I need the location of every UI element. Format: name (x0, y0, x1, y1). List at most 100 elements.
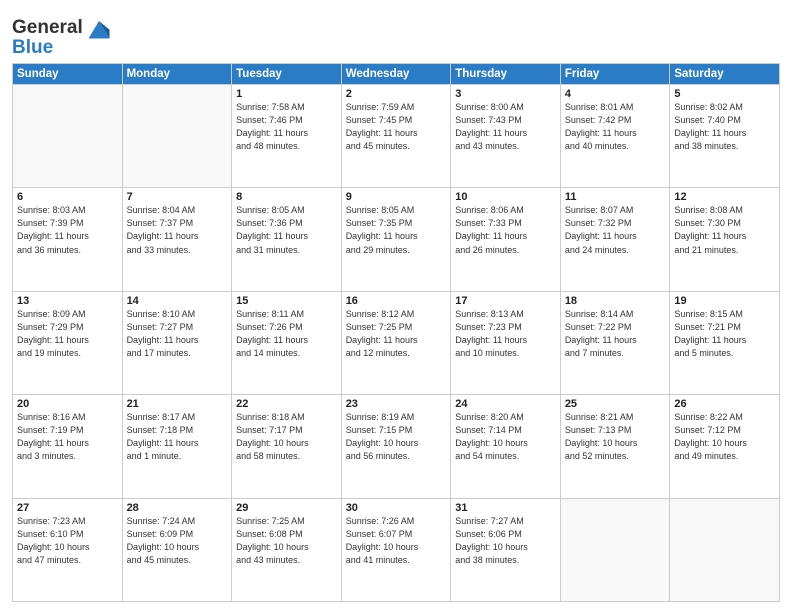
calendar-header-row: SundayMondayTuesdayWednesdayThursdayFrid… (13, 64, 780, 85)
calendar-cell: 13Sunrise: 8:09 AM Sunset: 7:29 PM Dayli… (13, 291, 123, 394)
day-number: 15 (236, 295, 337, 307)
calendar-cell: 10Sunrise: 8:06 AM Sunset: 7:33 PM Dayli… (451, 188, 561, 291)
calendar-cell: 22Sunrise: 8:18 AM Sunset: 7:17 PM Dayli… (232, 395, 342, 498)
calendar-cell: 15Sunrise: 8:11 AM Sunset: 7:26 PM Dayli… (232, 291, 342, 394)
calendar-cell: 19Sunrise: 8:15 AM Sunset: 7:21 PM Dayli… (670, 291, 780, 394)
day-info: Sunrise: 8:19 AM Sunset: 7:15 PM Dayligh… (346, 411, 447, 463)
day-info: Sunrise: 7:23 AM Sunset: 6:10 PM Dayligh… (17, 515, 118, 567)
day-number: 4 (565, 88, 666, 100)
calendar-cell: 24Sunrise: 8:20 AM Sunset: 7:14 PM Dayli… (451, 395, 561, 498)
calendar-cell: 3Sunrise: 8:00 AM Sunset: 7:43 PM Daylig… (451, 85, 561, 188)
column-header-friday: Friday (560, 64, 670, 85)
calendar-cell: 26Sunrise: 8:22 AM Sunset: 7:12 PM Dayli… (670, 395, 780, 498)
day-number: 3 (455, 88, 556, 100)
day-number: 19 (674, 295, 775, 307)
calendar-week-2: 13Sunrise: 8:09 AM Sunset: 7:29 PM Dayli… (13, 291, 780, 394)
column-header-tuesday: Tuesday (232, 64, 342, 85)
day-info: Sunrise: 8:10 AM Sunset: 7:27 PM Dayligh… (127, 308, 228, 360)
day-info: Sunrise: 8:02 AM Sunset: 7:40 PM Dayligh… (674, 101, 775, 153)
logo: General Blue (12, 14, 113, 57)
day-info: Sunrise: 8:03 AM Sunset: 7:39 PM Dayligh… (17, 204, 118, 256)
calendar-cell: 8Sunrise: 8:05 AM Sunset: 7:36 PM Daylig… (232, 188, 342, 291)
day-info: Sunrise: 7:27 AM Sunset: 6:06 PM Dayligh… (455, 515, 556, 567)
logo-general: General (12, 17, 83, 39)
day-info: Sunrise: 7:26 AM Sunset: 6:07 PM Dayligh… (346, 515, 447, 567)
day-number: 7 (127, 191, 228, 203)
calendar-cell (13, 85, 123, 188)
day-number: 28 (127, 502, 228, 514)
calendar-table: SundayMondayTuesdayWednesdayThursdayFrid… (12, 63, 780, 602)
day-info: Sunrise: 8:21 AM Sunset: 7:13 PM Dayligh… (565, 411, 666, 463)
day-number: 1 (236, 88, 337, 100)
day-info: Sunrise: 8:09 AM Sunset: 7:29 PM Dayligh… (17, 308, 118, 360)
day-number: 14 (127, 295, 228, 307)
day-info: Sunrise: 8:14 AM Sunset: 7:22 PM Dayligh… (565, 308, 666, 360)
day-number: 13 (17, 295, 118, 307)
calendar-cell (560, 498, 670, 601)
day-info: Sunrise: 8:13 AM Sunset: 7:23 PM Dayligh… (455, 308, 556, 360)
day-info: Sunrise: 8:20 AM Sunset: 7:14 PM Dayligh… (455, 411, 556, 463)
calendar-cell (122, 85, 232, 188)
calendar-cell: 21Sunrise: 8:17 AM Sunset: 7:18 PM Dayli… (122, 395, 232, 498)
calendar-cell: 12Sunrise: 8:08 AM Sunset: 7:30 PM Dayli… (670, 188, 780, 291)
day-info: Sunrise: 8:16 AM Sunset: 7:19 PM Dayligh… (17, 411, 118, 463)
day-number: 21 (127, 398, 228, 410)
day-number: 29 (236, 502, 337, 514)
day-number: 9 (346, 191, 447, 203)
day-number: 12 (674, 191, 775, 203)
calendar-week-4: 27Sunrise: 7:23 AM Sunset: 6:10 PM Dayli… (13, 498, 780, 601)
day-number: 31 (455, 502, 556, 514)
day-number: 27 (17, 502, 118, 514)
calendar-week-0: 1Sunrise: 7:58 AM Sunset: 7:46 PM Daylig… (13, 85, 780, 188)
day-info: Sunrise: 8:05 AM Sunset: 7:36 PM Dayligh… (236, 204, 337, 256)
day-info: Sunrise: 7:24 AM Sunset: 6:09 PM Dayligh… (127, 515, 228, 567)
day-number: 16 (346, 295, 447, 307)
calendar-cell: 11Sunrise: 8:07 AM Sunset: 7:32 PM Dayli… (560, 188, 670, 291)
day-info: Sunrise: 7:59 AM Sunset: 7:45 PM Dayligh… (346, 101, 447, 153)
page: General Blue SundayMondayTuesdayWednesda… (0, 0, 792, 612)
calendar-cell: 17Sunrise: 8:13 AM Sunset: 7:23 PM Dayli… (451, 291, 561, 394)
day-number: 26 (674, 398, 775, 410)
day-number: 30 (346, 502, 447, 514)
column-header-thursday: Thursday (451, 64, 561, 85)
day-number: 17 (455, 295, 556, 307)
day-info: Sunrise: 8:12 AM Sunset: 7:25 PM Dayligh… (346, 308, 447, 360)
column-header-saturday: Saturday (670, 64, 780, 85)
calendar-cell: 7Sunrise: 8:04 AM Sunset: 7:37 PM Daylig… (122, 188, 232, 291)
calendar-cell: 23Sunrise: 8:19 AM Sunset: 7:15 PM Dayli… (341, 395, 451, 498)
header: General Blue (12, 10, 780, 57)
calendar-cell: 5Sunrise: 8:02 AM Sunset: 7:40 PM Daylig… (670, 85, 780, 188)
calendar-cell: 18Sunrise: 8:14 AM Sunset: 7:22 PM Dayli… (560, 291, 670, 394)
column-header-wednesday: Wednesday (341, 64, 451, 85)
calendar-cell: 16Sunrise: 8:12 AM Sunset: 7:25 PM Dayli… (341, 291, 451, 394)
day-number: 2 (346, 88, 447, 100)
day-info: Sunrise: 8:05 AM Sunset: 7:35 PM Dayligh… (346, 204, 447, 256)
day-info: Sunrise: 8:01 AM Sunset: 7:42 PM Dayligh… (565, 101, 666, 153)
day-number: 22 (236, 398, 337, 410)
day-info: Sunrise: 8:18 AM Sunset: 7:17 PM Dayligh… (236, 411, 337, 463)
calendar-cell: 27Sunrise: 7:23 AM Sunset: 6:10 PM Dayli… (13, 498, 123, 601)
day-info: Sunrise: 8:00 AM Sunset: 7:43 PM Dayligh… (455, 101, 556, 153)
calendar-cell: 1Sunrise: 7:58 AM Sunset: 7:46 PM Daylig… (232, 85, 342, 188)
column-header-sunday: Sunday (13, 64, 123, 85)
day-number: 24 (455, 398, 556, 410)
day-info: Sunrise: 7:25 AM Sunset: 6:08 PM Dayligh… (236, 515, 337, 567)
day-number: 23 (346, 398, 447, 410)
day-number: 18 (565, 295, 666, 307)
day-info: Sunrise: 8:04 AM Sunset: 7:37 PM Dayligh… (127, 204, 228, 256)
day-number: 10 (455, 191, 556, 203)
column-header-monday: Monday (122, 64, 232, 85)
calendar-week-3: 20Sunrise: 8:16 AM Sunset: 7:19 PM Dayli… (13, 395, 780, 498)
calendar-cell: 4Sunrise: 8:01 AM Sunset: 7:42 PM Daylig… (560, 85, 670, 188)
day-info: Sunrise: 8:17 AM Sunset: 7:18 PM Dayligh… (127, 411, 228, 463)
day-number: 25 (565, 398, 666, 410)
calendar-cell: 29Sunrise: 7:25 AM Sunset: 6:08 PM Dayli… (232, 498, 342, 601)
calendar-cell: 30Sunrise: 7:26 AM Sunset: 6:07 PM Dayli… (341, 498, 451, 601)
day-number: 8 (236, 191, 337, 203)
day-number: 20 (17, 398, 118, 410)
calendar-cell: 28Sunrise: 7:24 AM Sunset: 6:09 PM Dayli… (122, 498, 232, 601)
day-number: 5 (674, 88, 775, 100)
day-info: Sunrise: 8:07 AM Sunset: 7:32 PM Dayligh… (565, 204, 666, 256)
day-number: 6 (17, 191, 118, 203)
calendar-cell: 25Sunrise: 8:21 AM Sunset: 7:13 PM Dayli… (560, 395, 670, 498)
